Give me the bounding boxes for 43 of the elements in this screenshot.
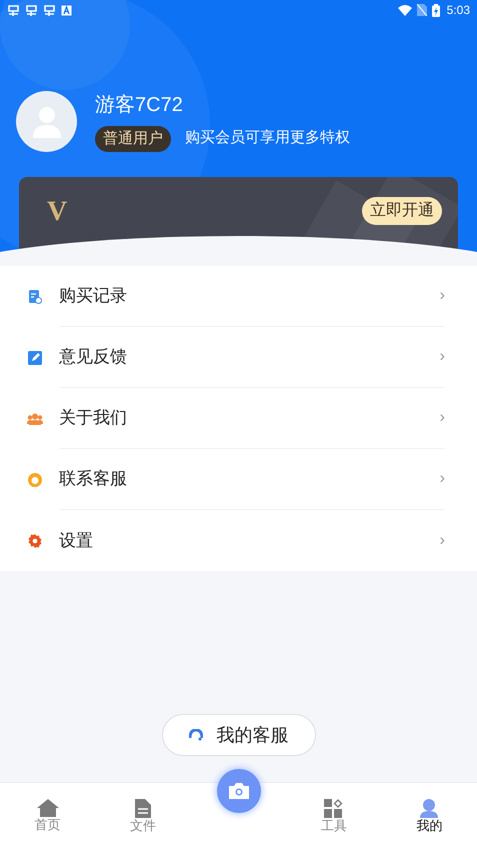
chevron: › [440,532,445,548]
chevron: › [440,288,445,304]
camera-button[interactable] [216,769,261,813]
receipt-icon [28,290,42,304]
no-sim-icon [416,4,427,16]
document-icon [135,799,152,818]
menu-item[interactable]: 关于我们 › [0,388,477,449]
settings-icon [28,534,42,548]
chevron: › [440,410,445,426]
activate-button[interactable]: 立即开通 [362,197,442,225]
notification-icon [43,4,56,16]
menu-label: 意见反馈 [59,346,128,368]
wifi-icon [398,4,412,16]
menu-label: 设置 [59,530,94,552]
group-icon [27,412,43,424]
menu-item[interactable]: 设置 › [0,510,477,571]
status-time: 5:03 [446,2,470,19]
notification-icon [7,4,20,16]
chevron: › [440,471,445,487]
battery-icon [432,4,440,16]
vip-logo: V [47,196,68,228]
customer-service-button[interactable]: 我的客服 [162,714,316,756]
tab[interactable]: 工具 [320,783,347,849]
menu-label: 购买记录 [59,285,128,308]
chevron: › [440,349,445,365]
notification-icon [61,4,72,16]
edit-icon [28,350,42,364]
notification-icon [25,4,38,16]
tab[interactable]: 首页 [34,783,61,849]
tab[interactable]: 文件 [130,783,156,849]
user-level-badge: 普通用户 [95,126,171,152]
menu-item[interactable]: 联系客服 › [0,449,477,510]
tab[interactable]: 我的 [416,783,442,849]
person-icon [420,799,438,818]
menu-label: 联系客服 [59,468,128,490]
menu-item[interactable]: 意见反馈 › [0,327,477,388]
home-icon [36,799,59,817]
menu-item[interactable]: 购买记录 › [0,266,477,327]
menu-label: 关于我们 [59,407,128,430]
tools-icon [324,799,344,818]
user-name: 游客7C72 [95,92,184,118]
camera-icon [228,783,249,799]
promo-text: 购买会员可享用更多特权 [185,128,350,148]
